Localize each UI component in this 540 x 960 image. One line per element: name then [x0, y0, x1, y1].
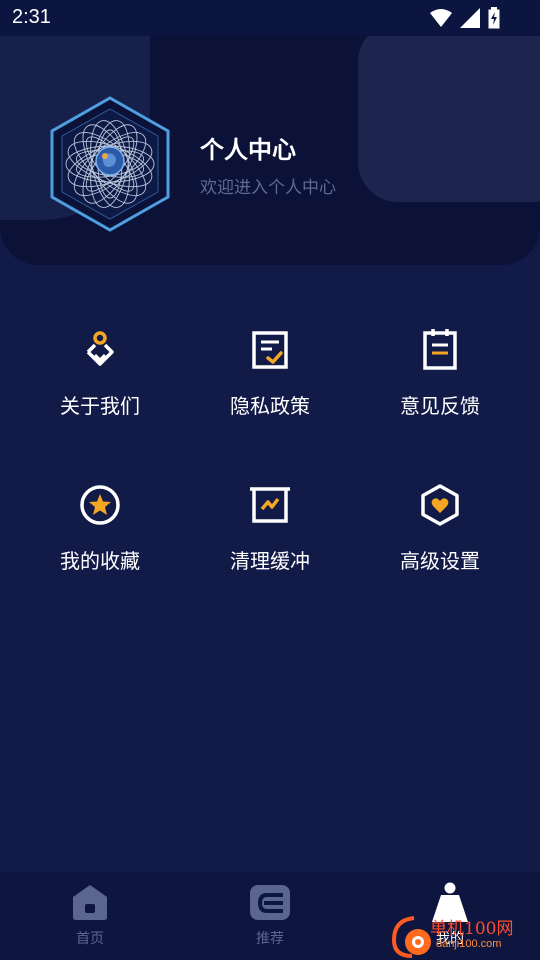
home-icon [73, 885, 107, 920]
menu-item-favorites[interactable]: 我的收藏 [15, 483, 185, 593]
menu-item-clear-cache[interactable]: 清理缓冲 [185, 483, 355, 593]
clear-cache-icon [250, 487, 290, 523]
profile-title: 个人中心 [200, 136, 296, 164]
privacy-policy-icon [252, 331, 288, 369]
wifi-icon [430, 9, 452, 27]
menu-item-label: 关于我们 [60, 394, 140, 418]
menu-item-label: 隐私政策 [230, 394, 310, 418]
profile-subtitle: 欢迎进入个人中心 [200, 178, 336, 198]
nav-label-recommend: 推荐 [256, 931, 284, 947]
nav-label-home: 首页 [76, 931, 104, 947]
watermark-subtitle: danji100.com [436, 938, 502, 950]
nav-item-home[interactable]: 首页 [0, 872, 180, 960]
nav-item-recommend[interactable]: 推荐 [180, 872, 360, 960]
menu-item-label: 我的收藏 [60, 549, 140, 573]
profile-avatar[interactable] [48, 95, 172, 233]
menu-item-label: 高级设置 [400, 549, 480, 573]
battery-charging-icon [488, 7, 500, 29]
menu-item-feedback[interactable]: 意见反馈 [355, 328, 525, 438]
menu-item-label: 清理缓冲 [230, 549, 310, 573]
status-time: 2:31 [12, 6, 51, 28]
status-bar: 2:31 [0, 0, 540, 36]
watermark-logo-icon [391, 916, 431, 958]
menu-item-about-us[interactable]: 关于我们 [15, 328, 185, 438]
signal-icon [460, 8, 480, 28]
header-decoration-right [358, 22, 540, 202]
feedback-icon [423, 329, 457, 370]
advanced-settings-icon [421, 484, 459, 526]
recommend-icon [250, 885, 290, 920]
site-watermark: 单机100网 danji100.com [388, 912, 540, 960]
menu-item-label: 意见反馈 [400, 394, 480, 418]
status-icons [430, 7, 500, 29]
watermark-title: 单机100网 [430, 919, 514, 939]
star-favorites-icon [80, 485, 120, 525]
hexagon-globe-avatar-icon [50, 96, 170, 232]
menu-item-advanced-settings[interactable]: 高级设置 [355, 483, 525, 593]
menu-item-privacy-policy[interactable]: 隐私政策 [185, 328, 355, 438]
about-us-icon [86, 331, 114, 366]
